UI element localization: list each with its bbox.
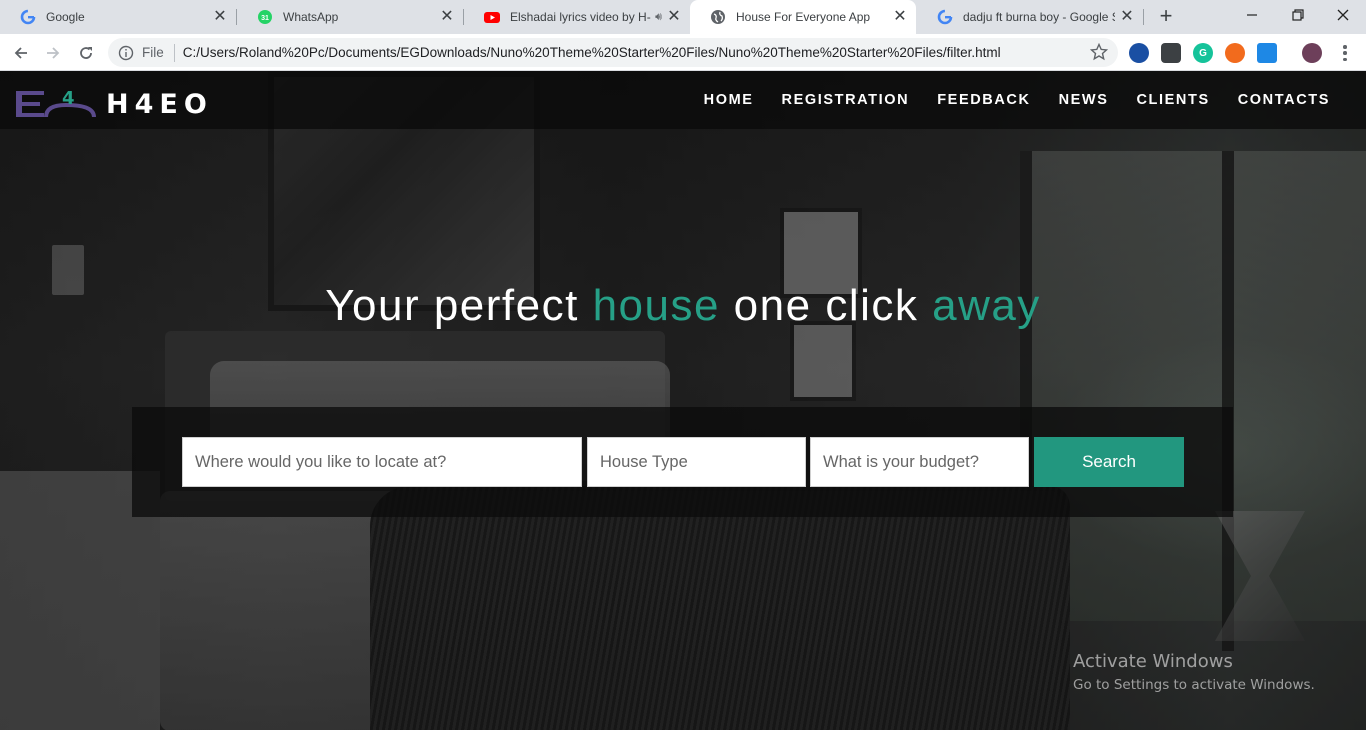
hero-overlay <box>0 71 1366 730</box>
back-arrow-icon <box>14 47 27 59</box>
nav-news-link[interactable]: NEWS <box>1059 92 1109 108</box>
browser-tab-whatsapp[interactable]: 31 WhatsApp ✕ <box>237 0 463 34</box>
whatsapp-icon: 31 <box>257 9 273 25</box>
budget-input[interactable] <box>810 437 1029 487</box>
logo-mark-text: 4 <box>62 88 75 109</box>
minimize-icon <box>1247 14 1257 16</box>
logo-text: H4EO <box>106 88 213 120</box>
whatsapp-badge: 31 <box>261 15 269 22</box>
nav-clients-link[interactable]: CLIENTS <box>1136 92 1209 108</box>
file-scheme-label: File <box>142 45 164 60</box>
close-window-button[interactable] <box>1320 0 1366 30</box>
headline-part2: one click <box>719 281 933 330</box>
google-icon <box>937 9 953 25</box>
browser-tab-youtube[interactable]: Elshadai lyrics video by H- 🔊︎ ✕ <box>464 0 690 34</box>
profile-avatar[interactable] <box>1302 43 1322 63</box>
search-button[interactable]: Search <box>1034 437 1184 487</box>
location-input[interactable] <box>182 437 582 487</box>
house-type-input[interactable] <box>587 437 806 487</box>
extension-incognito-icon[interactable] <box>1161 43 1181 63</box>
browser-tab-google[interactable]: Google ✕ <box>0 0 236 34</box>
minimize-button[interactable] <box>1229 0 1275 30</box>
speaker-icon[interactable]: 🔊︎ <box>655 11 662 24</box>
headline-accent-away: away <box>932 281 1041 330</box>
headline-accent-house: house <box>592 281 720 330</box>
youtube-icon <box>484 9 500 25</box>
forward-arrow-icon <box>47 47 60 59</box>
nav-registration-link[interactable]: REGISTRATION <box>782 92 910 108</box>
tab-title: House For Everyone App <box>736 10 871 24</box>
grammarly-icon[interactable]: G <box>1193 43 1213 63</box>
search-panel: Search <box>132 407 1233 517</box>
tab-title: dadju ft burna boy - Google Se <box>963 10 1115 24</box>
google-icon <box>20 9 36 25</box>
restore-icon <box>1292 9 1304 21</box>
site-nav-links: HOME REGISTRATION FEEDBACK NEWS CLIENTS … <box>676 71 1330 129</box>
close-icon[interactable]: ✕ <box>212 9 228 25</box>
globe-icon <box>710 9 726 25</box>
watermark-title: Activate Windows <box>1073 651 1233 672</box>
url-text[interactable]: C:/Users/Roland%20Pc/Documents/EGDownloa… <box>183 45 1001 60</box>
headline-part1: Your perfect <box>325 281 593 330</box>
browser-tab-strip: Google ✕ 31 WhatsApp ✕ Elshadai lyrics v… <box>0 0 1366 34</box>
tab-title: Google <box>46 10 85 24</box>
nav-contacts-link[interactable]: CONTACTS <box>1238 92 1330 108</box>
extension-globe-icon[interactable] <box>1129 43 1149 63</box>
close-icon[interactable]: ✕ <box>666 9 682 25</box>
tab-title: WhatsApp <box>283 10 339 24</box>
watermark-subtitle: Go to Settings to activate Windows. <box>1073 677 1315 693</box>
close-icon <box>1337 9 1349 21</box>
browser-tab-google-search[interactable]: dadju ft burna boy - Google Se ✕ <box>917 0 1143 34</box>
site-navbar: 4 H4EO HOME REGISTRATION FEEDBACK NEWS C… <box>0 71 1366 129</box>
tab-divider <box>1143 9 1144 25</box>
extension-flame-icon[interactable] <box>1225 43 1245 63</box>
info-icon[interactable] <box>118 45 134 61</box>
restore-button[interactable] <box>1275 0 1321 30</box>
reload-button[interactable] <box>73 40 99 66</box>
hero-headline: Your perfect house one click away <box>0 281 1366 331</box>
close-icon[interactable]: ✕ <box>439 9 455 25</box>
browser-tab-house-for-everyone[interactable]: House For Everyone App ✕ <box>690 0 916 34</box>
nav-home-link[interactable]: HOME <box>704 92 754 108</box>
nav-feedback-link[interactable]: FEEDBACK <box>937 92 1030 108</box>
site-logo[interactable]: 4 H4EO <box>16 87 213 121</box>
new-tab-button[interactable]: + <box>1154 5 1178 29</box>
reload-icon <box>80 47 92 59</box>
browser-toolbar: File C:/Users/Roland%20Pc/Documents/EGDo… <box>0 34 1366 71</box>
omnibox-divider <box>173 43 175 62</box>
bookmark-star-icon[interactable] <box>1090 43 1108 61</box>
back-button[interactable] <box>8 40 34 66</box>
extension-like-icon[interactable] <box>1257 43 1277 63</box>
tab-title: Elshadai lyrics video by H- <box>510 10 651 24</box>
windows-activation-watermark: Activate Windows Go to Settings to activ… <box>1073 651 1315 693</box>
close-icon[interactable]: ✕ <box>1119 9 1135 25</box>
browser-menu-icon[interactable] <box>1337 43 1353 63</box>
address-bar[interactable]: File C:/Users/Roland%20Pc/Documents/EGDo… <box>108 38 1118 67</box>
close-icon[interactable]: ✕ <box>892 9 908 25</box>
logo-mark-icon: 4 <box>16 88 96 118</box>
page-viewport: 4 H4EO HOME REGISTRATION FEEDBACK NEWS C… <box>0 71 1366 730</box>
forward-button[interactable] <box>40 40 66 66</box>
